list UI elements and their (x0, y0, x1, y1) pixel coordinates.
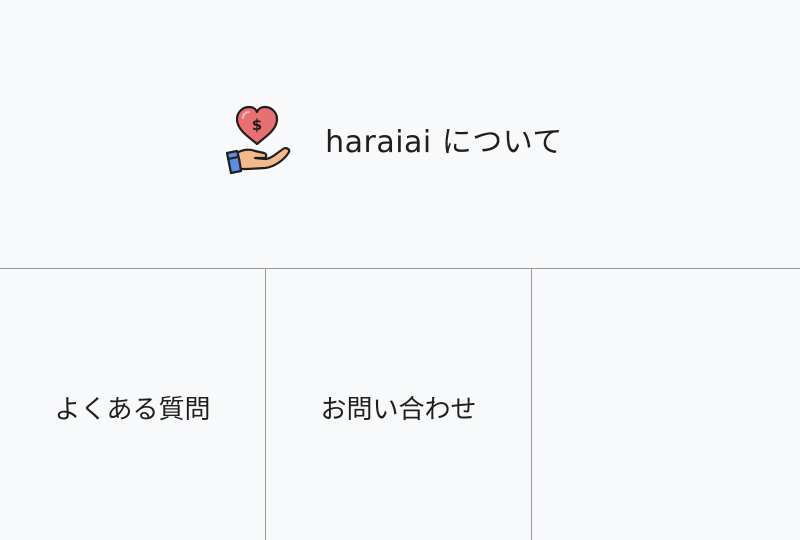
faq-link[interactable]: よくある質問 (0, 269, 266, 540)
faq-label: よくある質問 (54, 395, 211, 425)
about-label: haraiai について (325, 125, 563, 160)
menu-grid: よくある質問 お問い合わせ (0, 269, 800, 540)
about-link-content: $ haraiai について (219, 101, 563, 177)
contact-link[interactable]: お問い合わせ (266, 269, 532, 540)
svg-text:$: $ (252, 116, 262, 134)
about-link[interactable]: $ haraiai について (0, 0, 800, 269)
contact-label: お問い合わせ (320, 395, 477, 425)
empty-cell (532, 269, 800, 540)
heart-money-hand-icon: $ (225, 105, 291, 175)
